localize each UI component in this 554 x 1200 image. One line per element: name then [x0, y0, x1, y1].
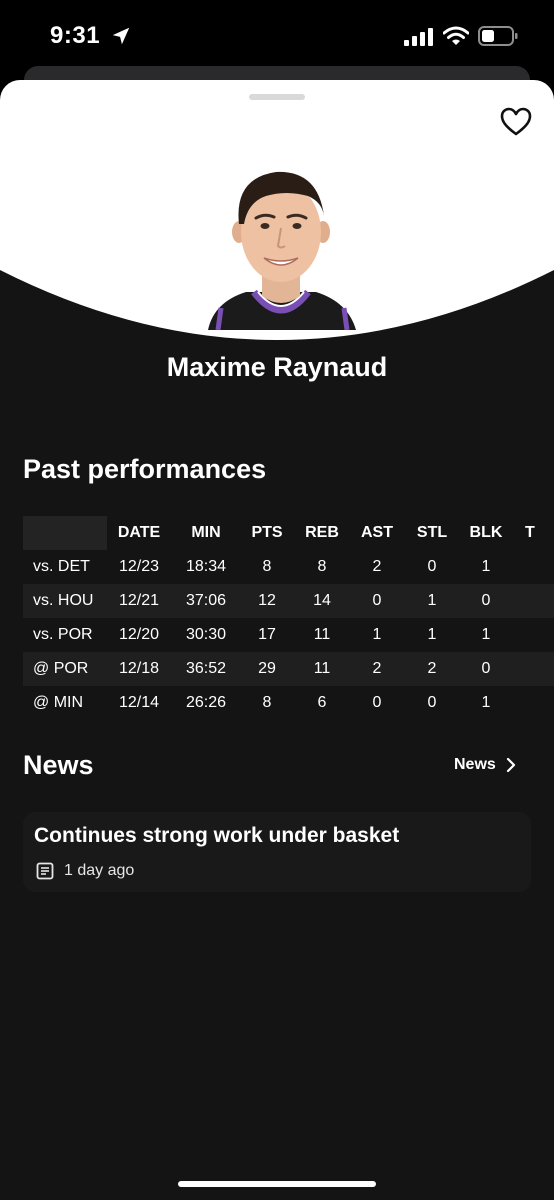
- row-blk: 1: [481, 626, 491, 643]
- row-date: 12/23: [118, 558, 160, 575]
- row-pts: 8: [262, 558, 272, 575]
- article-icon: [36, 862, 54, 880]
- row-extra: [511, 618, 541, 652]
- row-ast: 2: [372, 660, 382, 677]
- row-blk: 0: [481, 660, 491, 677]
- row-opponent: vs. POR: [23, 618, 107, 652]
- row-reb: 11: [313, 660, 331, 677]
- row-date: 12/14: [118, 694, 160, 711]
- heart-outline-icon: [500, 107, 532, 136]
- signal-icon: [404, 28, 433, 46]
- column-header-stl[interactable]: STL: [403, 516, 461, 550]
- news-meta: 1 day ago: [36, 862, 134, 880]
- row-pts: 8: [262, 694, 272, 711]
- column-header-date[interactable]: DATE: [107, 516, 171, 550]
- table-row[interactable]: @ POR 12/18 36:52 29 11 2 2 0: [23, 652, 554, 686]
- battery-icon: [478, 26, 518, 46]
- row-pts: 29: [258, 660, 276, 677]
- row-blk: 1: [481, 558, 491, 575]
- row-reb: 8: [317, 558, 327, 575]
- row-ast: 0: [372, 592, 382, 609]
- table-row[interactable]: vs. POR 12/20 30:30 17 11 1 1 1: [23, 618, 554, 652]
- row-min: 18:34: [185, 558, 227, 575]
- row-opponent: vs. DET: [23, 550, 107, 584]
- row-extra: [511, 652, 541, 686]
- column-header-blk[interactable]: BLK: [461, 516, 511, 550]
- row-date: 12/21: [118, 592, 160, 609]
- row-stl: 1: [427, 626, 437, 643]
- row-pts: 12: [258, 592, 276, 609]
- row-opponent: @ MIN: [23, 686, 107, 720]
- player-sheet: Maxime Raynaud Past performances DATE MI…: [0, 80, 554, 1200]
- wifi-icon: [443, 26, 469, 45]
- row-opponent: @ POR: [23, 652, 107, 686]
- row-min: 37:06: [185, 592, 227, 609]
- favorite-button[interactable]: [498, 104, 534, 140]
- column-header-to[interactable]: T: [511, 516, 541, 550]
- row-reb: 14: [313, 592, 331, 609]
- row-date: 12/18: [118, 660, 160, 677]
- row-stl: 0: [427, 558, 437, 575]
- stats-table[interactable]: DATE MIN PTS REB AST STL BLK T vs. DET 1…: [23, 516, 554, 720]
- news-see-all-link[interactable]: News: [454, 756, 516, 774]
- news-card[interactable]: Continues strong work under basket 1 day…: [23, 812, 531, 892]
- column-header-ast[interactable]: AST: [351, 516, 403, 550]
- table-row[interactable]: @ MIN 12/14 26:26 8 6 0 0 1: [23, 686, 554, 720]
- row-pts: 17: [258, 626, 276, 643]
- table-row[interactable]: vs. HOU 12/21 37:06 12 14 0 1 0: [23, 584, 554, 618]
- player-avatar: [208, 171, 356, 330]
- row-min: 36:52: [185, 660, 227, 677]
- player-hero: [0, 80, 554, 340]
- row-blk: 1: [481, 694, 491, 711]
- row-extra: [511, 584, 541, 618]
- status-time: 9:31: [50, 22, 101, 49]
- row-ast: 1: [372, 626, 382, 643]
- past-performances-title: Past performances: [23, 454, 267, 484]
- row-stl: 2: [427, 660, 437, 677]
- row-min: 30:30: [185, 626, 227, 643]
- column-header-reb[interactable]: REB: [293, 516, 351, 550]
- column-header-min[interactable]: MIN: [171, 516, 241, 550]
- row-ast: 2: [372, 558, 382, 575]
- column-header-pts[interactable]: PTS: [241, 516, 293, 550]
- row-extra: [511, 550, 541, 584]
- player-name: Maxime Raynaud: [166, 352, 388, 382]
- row-stl: 0: [427, 694, 437, 711]
- home-indicator[interactable]: [178, 1181, 376, 1187]
- stats-header-row: DATE MIN PTS REB AST STL BLK T: [23, 516, 554, 550]
- chevron-right-icon: [506, 757, 515, 773]
- sheet-grabber[interactable]: [249, 94, 305, 100]
- news-time: 1 day ago: [64, 862, 135, 879]
- row-date: 12/20: [118, 626, 160, 643]
- row-ast: 0: [372, 694, 382, 711]
- row-blk: 0: [481, 592, 491, 609]
- row-reb: 11: [313, 626, 331, 643]
- row-reb: 6: [317, 694, 327, 711]
- screen: 9:31 Maxime Raynaud Past performances DA…: [0, 0, 554, 1200]
- row-opponent: vs. HOU: [23, 584, 107, 618]
- row-stl: 1: [427, 592, 437, 609]
- news-link-label: News: [454, 756, 496, 773]
- row-extra: [511, 686, 541, 720]
- opponent-column-header: [23, 516, 107, 550]
- location-arrow-icon: [112, 27, 130, 45]
- news-headline: Continues strong work under basket: [34, 824, 400, 847]
- status-bar: 9:31: [0, 0, 554, 70]
- news-title: News: [23, 750, 94, 780]
- row-min: 26:26: [185, 694, 227, 711]
- table-row[interactable]: vs. DET 12/23 18:34 8 8 2 0 1: [23, 550, 554, 584]
